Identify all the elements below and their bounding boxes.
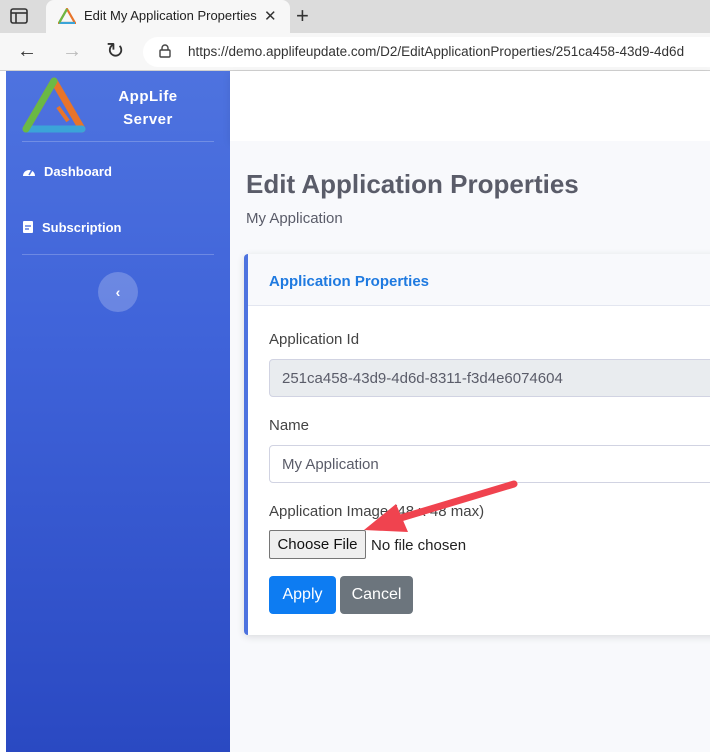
sidebar-item-label: Subscription bbox=[42, 219, 122, 235]
application-image-label: Application Image (48 x 48 max) bbox=[269, 503, 485, 520]
sidebar-item-label: Dashboard bbox=[44, 163, 112, 179]
sidebar-toggle-button[interactable]: ‹ bbox=[98, 272, 138, 312]
card-title: Application Properties bbox=[269, 273, 430, 290]
sidebar-item-subscription[interactable]: Subscription bbox=[22, 217, 121, 237]
back-arrow-icon[interactable]: ← bbox=[17, 40, 37, 63]
forward-arrow-icon[interactable]: → bbox=[62, 40, 82, 63]
browser-address-bar: ← → ↻ https://demo.applifeupdate.com/D2/… bbox=[0, 33, 710, 71]
choose-file-button[interactable]: Choose File bbox=[269, 530, 366, 559]
browser-tab[interactable]: Edit My Application Properties ✕ bbox=[46, 0, 290, 33]
reload-icon[interactable]: ↻ bbox=[106, 38, 124, 64]
topbar bbox=[230, 71, 710, 141]
sidebar-divider bbox=[22, 141, 214, 142]
apply-button[interactable]: Apply bbox=[269, 576, 336, 614]
chevron-left-icon: ‹ bbox=[115, 284, 121, 300]
card-header: Application Properties bbox=[248, 254, 710, 306]
page-title: Edit Application Properties bbox=[246, 169, 579, 199]
sidebar-item-dashboard[interactable]: Dashboard bbox=[22, 161, 112, 181]
tab-close-icon[interactable]: ✕ bbox=[264, 7, 277, 25]
sidebar-divider bbox=[22, 254, 214, 255]
application-id-field bbox=[269, 359, 710, 397]
name-input[interactable] bbox=[269, 445, 710, 483]
name-label: Name bbox=[269, 417, 310, 434]
tab-actions-icon[interactable] bbox=[10, 8, 28, 24]
sidebar-brand[interactable]: AppLife Server bbox=[6, 71, 230, 141]
sidebar: AppLife Server Dashboard Subscription ‹ bbox=[6, 71, 230, 752]
brand-line-1: AppLife bbox=[118, 88, 178, 105]
brand-line-2: Server bbox=[123, 111, 173, 128]
tachometer-icon bbox=[23, 169, 35, 176]
cancel-button[interactable]: Cancel bbox=[340, 576, 413, 614]
browser-tab-bar: Edit My Application Properties ✕ + bbox=[0, 0, 710, 33]
main-content: Edit Application Properties My Applicati… bbox=[230, 141, 710, 752]
url-text: https://demo.applifeupdate.com/D2/EditAp… bbox=[188, 44, 685, 59]
brand-name: AppLife Server bbox=[108, 85, 188, 131]
applife-favicon-icon bbox=[58, 8, 76, 24]
document-icon bbox=[23, 221, 33, 233]
url-field[interactable]: https://demo.applifeupdate.com/D2/EditAp… bbox=[143, 37, 710, 67]
new-tab-button[interactable]: + bbox=[296, 3, 309, 29]
applife-logo-icon bbox=[22, 77, 86, 133]
lock-icon[interactable] bbox=[159, 44, 171, 58]
tab-title: Edit My Application Properties bbox=[84, 8, 257, 23]
file-status: No file chosen bbox=[371, 537, 467, 554]
application-id-label: Application Id bbox=[269, 331, 360, 348]
properties-card: Application Properties Application Id Na… bbox=[244, 254, 710, 635]
page-subtitle: My Application bbox=[246, 210, 343, 227]
